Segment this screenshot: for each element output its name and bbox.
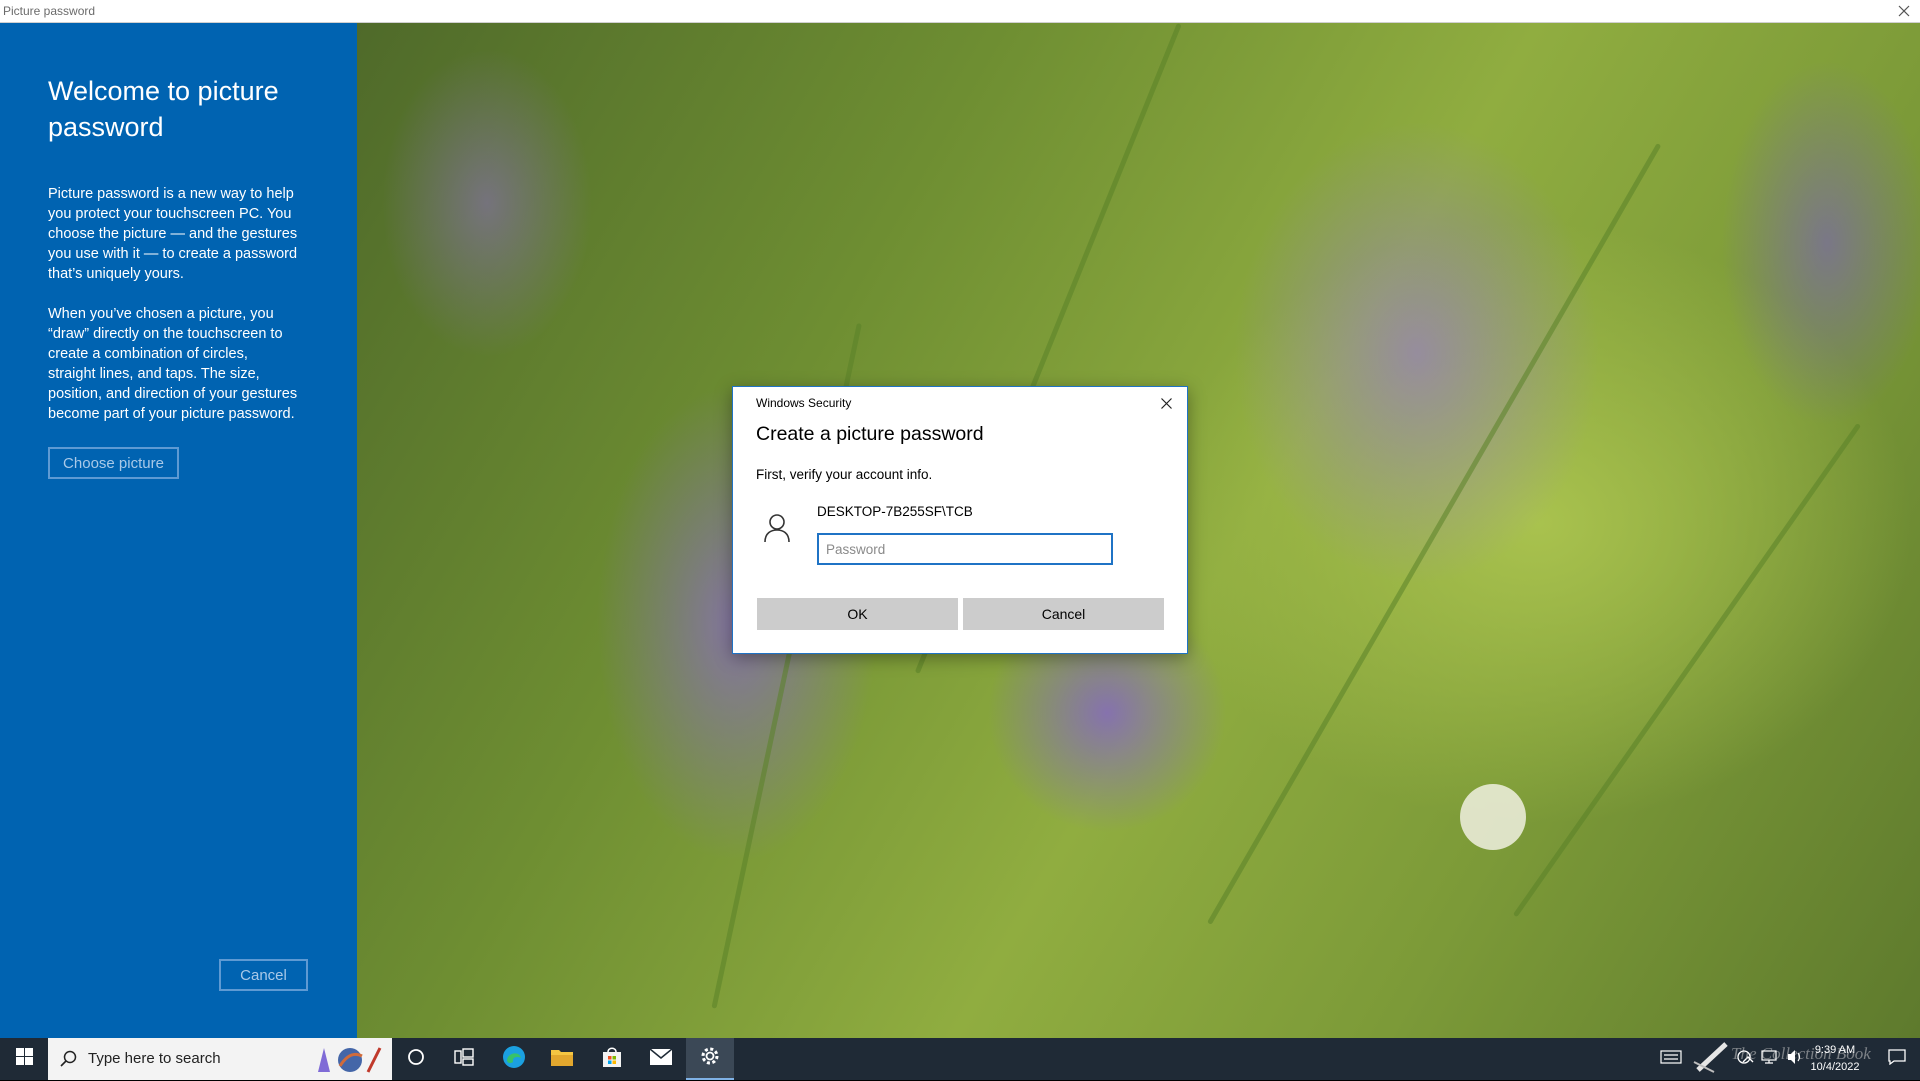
notification-icon [1888, 1048, 1906, 1070]
panel-cancel-button[interactable]: Cancel [219, 959, 308, 991]
cortana-circle-icon [407, 1048, 425, 1071]
search-icon [60, 1050, 78, 1073]
search-highlight-illustration [310, 1042, 386, 1076]
dialog-heading: Create a picture password [756, 423, 984, 445]
window-title: Picture password [3, 4, 96, 18]
task-view-button[interactable] [440, 1038, 488, 1080]
stem-decoration [1512, 423, 1862, 918]
touch-pointer-indicator [1460, 784, 1526, 850]
dialog-caption: Windows Security [756, 396, 852, 410]
dialog-close-icon[interactable] [1153, 391, 1179, 415]
microsoft-store-button[interactable] [588, 1038, 636, 1080]
welcome-panel: Welcome to picture password Picture pass… [0, 23, 357, 1038]
store-bag-icon [601, 1046, 623, 1073]
window-title-bar: Picture password [0, 0, 1920, 23]
choose-picture-button[interactable]: Choose picture [48, 447, 179, 479]
keyboard-icon[interactable] [1660, 1049, 1682, 1069]
dialog-cancel-button[interactable]: Cancel [963, 598, 1164, 630]
ok-button[interactable]: OK [757, 598, 958, 630]
window-close-icon[interactable] [1894, 1, 1914, 21]
dialog-instruction: First, verify your account info. [756, 467, 933, 482]
network-icon[interactable] [1760, 1049, 1778, 1069]
settings-gear-icon [699, 1045, 721, 1072]
pen-tablet-icon[interactable] [1692, 1040, 1732, 1079]
tray-status-icons [1736, 1038, 1804, 1080]
settings-button[interactable] [686, 1038, 734, 1080]
taskbar-clock[interactable]: 9:39 AM 10/4/2022 [1800, 1042, 1870, 1076]
cortana-button[interactable] [392, 1038, 440, 1080]
taskbar-search-box[interactable]: Type here to search [48, 1038, 392, 1080]
welcome-heading: Welcome to picture password [48, 76, 279, 142]
password-input[interactable] [817, 533, 1113, 565]
user-icon [763, 512, 791, 544]
edge-button[interactable] [490, 1038, 538, 1080]
windows-security-dialog: Windows Security Create a picture passwo… [732, 386, 1188, 654]
mail-button[interactable] [637, 1038, 685, 1080]
start-button[interactable] [0, 1038, 48, 1080]
mail-envelope-icon [649, 1047, 673, 1071]
action-center-button[interactable] [1874, 1038, 1920, 1080]
edge-browser-icon [502, 1045, 526, 1074]
taskbar: Type here to search The Collection Book … [0, 1038, 1920, 1080]
search-placeholder: Type here to search [88, 1050, 221, 1067]
clock-time: 9:39 AM [1814, 1044, 1856, 1056]
folder-icon [550, 1047, 574, 1072]
windows-logo-icon [15, 1048, 33, 1070]
file-explorer-button[interactable] [538, 1038, 586, 1080]
update-icon[interactable] [1736, 1049, 1752, 1070]
account-name: DESKTOP-7B255SF\TCB [817, 504, 973, 519]
instructions-paragraph: When you’ve chosen a picture, you “draw”… [48, 306, 298, 422]
task-view-icon [454, 1047, 474, 1071]
clock-date: 10/4/2022 [1810, 1061, 1860, 1073]
intro-paragraph: Picture password is a new way to help yo… [48, 186, 298, 282]
